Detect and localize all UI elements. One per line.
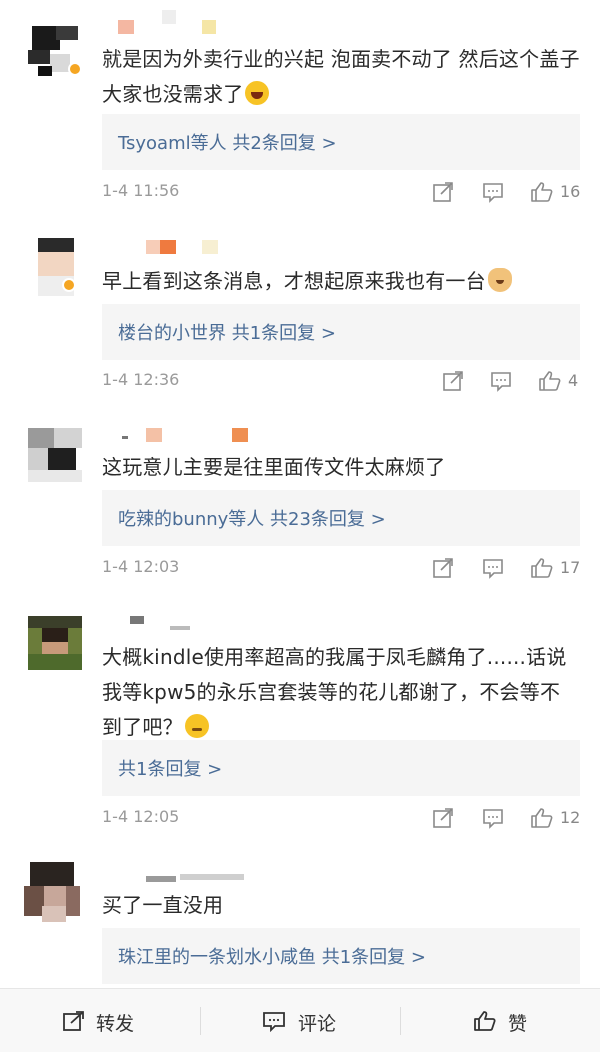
avatar[interactable] — [22, 862, 82, 922]
thumbs-up-icon[interactable] — [530, 557, 554, 579]
thumbs-up-icon[interactable] — [538, 370, 562, 392]
grinning-laugh-emoji — [245, 81, 270, 105]
comment-label: 评论 — [298, 1013, 337, 1035]
like-count: 4 — [568, 371, 579, 390]
reply-summary-box[interactable]: 共1条回复 > — [102, 740, 580, 796]
comment-item: 大概kindle使用率超高的我属于凤毛麟角了......话说我等kpw5的永乐宫… — [0, 608, 600, 844]
comment-icon[interactable] — [482, 181, 504, 203]
doge-emoji — [487, 268, 512, 292]
reply-summary-box[interactable]: 吃辣的bunny等人 共23条回复 > — [102, 490, 580, 546]
reply-summary-link[interactable]: 楼台的小世界 共1条回复 > — [118, 319, 336, 345]
comment-button[interactable]: 评论 — [200, 989, 400, 1052]
comment-text: 买了一直没用 — [102, 893, 224, 917]
repost-label: 转发 — [96, 1013, 135, 1035]
verified-badge-icon — [68, 62, 82, 76]
comment-icon[interactable] — [490, 370, 512, 392]
thumbs-up-icon[interactable] — [530, 181, 554, 203]
username-blurred — [146, 240, 296, 258]
reply-summary-link[interactable]: Tsyoaml等人 共2条回复 > — [118, 129, 337, 155]
username-blurred — [146, 870, 296, 888]
comment-meta: 1-4 12:36 4 — [102, 370, 580, 392]
reply-summary-link[interactable]: 吃辣的bunny等人 共23条回复 > — [118, 505, 386, 531]
bottom-action-bar: 转发 评论 赞 — [0, 988, 600, 1052]
reply-summary-link[interactable]: 共1条回复 > — [118, 755, 222, 781]
like-count: 17 — [560, 558, 581, 577]
comment-item: 早上看到这条消息，才想起原来我也有一台 楼台的小世界 共1条回复 > 1-4 1… — [0, 228, 600, 406]
username-blurred — [130, 616, 280, 634]
repost-button[interactable]: 转发 — [0, 989, 200, 1052]
comment-item: 这玩意儿主要是往里面传文件太麻烦了 吃辣的bunny等人 共23条回复 > 1-… — [0, 418, 600, 596]
comment-meta: 1-4 12:05 12 — [102, 807, 580, 829]
reply-summary-box[interactable]: 楼台的小世界 共1条回复 > — [102, 304, 580, 360]
share-icon — [63, 1011, 84, 1031]
share-icon[interactable] — [432, 557, 454, 579]
share-icon[interactable] — [432, 181, 454, 203]
comment-item: 买了一直没用 珠江里的一条划水小咸鱼 共1条回复 > — [0, 856, 600, 986]
avatar[interactable] — [28, 616, 82, 670]
comment-time: 1-4 12:03 — [102, 557, 180, 576]
share-icon[interactable] — [442, 370, 464, 392]
like-count: 16 — [560, 182, 581, 201]
username-blurred — [122, 428, 272, 446]
thumbs-up-icon[interactable] — [530, 807, 554, 829]
shy-smile-emoji — [184, 714, 209, 738]
comment-meta: 1-4 12:03 17 — [102, 557, 580, 579]
reply-summary-box[interactable]: Tsyoaml等人 共2条回复 > — [102, 114, 580, 170]
comment-time: 1-4 12:05 — [102, 807, 180, 826]
comment-text: 早上看到这条消息，才想起原来我也有一台 — [102, 264, 580, 299]
comment-icon — [263, 1012, 285, 1032]
like-label: 赞 — [508, 1013, 528, 1035]
comment-icon[interactable] — [482, 557, 504, 579]
share-icon[interactable] — [432, 807, 454, 829]
comment-text: 这玩意儿主要是往里面传文件太麻烦了 — [102, 455, 446, 479]
reply-summary-box[interactable]: 珠江里的一条划水小咸鱼 共1条回复 > — [102, 928, 580, 984]
like-count: 12 — [560, 808, 581, 827]
comment-text: 大概kindle使用率超高的我属于凤毛麟角了......话说我等kpw5的永乐宫… — [102, 645, 567, 739]
avatar[interactable] — [28, 428, 82, 482]
thumbs-up-icon — [474, 1011, 496, 1031]
comment-meta: 1-4 11:56 16 — [102, 181, 580, 203]
like-button[interactable]: 赞 — [400, 989, 600, 1052]
verified-badge-icon — [62, 278, 76, 292]
comment-icon[interactable] — [482, 807, 504, 829]
reply-summary-link[interactable]: 珠江里的一条划水小咸鱼 共1条回复 > — [118, 943, 426, 969]
comment-item: 就是因为外卖行业的兴起 泡面卖不动了 然后这个盖子 大家也没需求了 Tsyoam… — [0, 0, 600, 215]
comment-time: 1-4 11:56 — [102, 181, 180, 200]
comment-time: 1-4 12:36 — [102, 370, 180, 389]
comment-text: 就是因为外卖行业的兴起 泡面卖不动了 然后这个盖子 大家也没需求了 — [102, 47, 580, 106]
username-blurred — [118, 10, 268, 38]
